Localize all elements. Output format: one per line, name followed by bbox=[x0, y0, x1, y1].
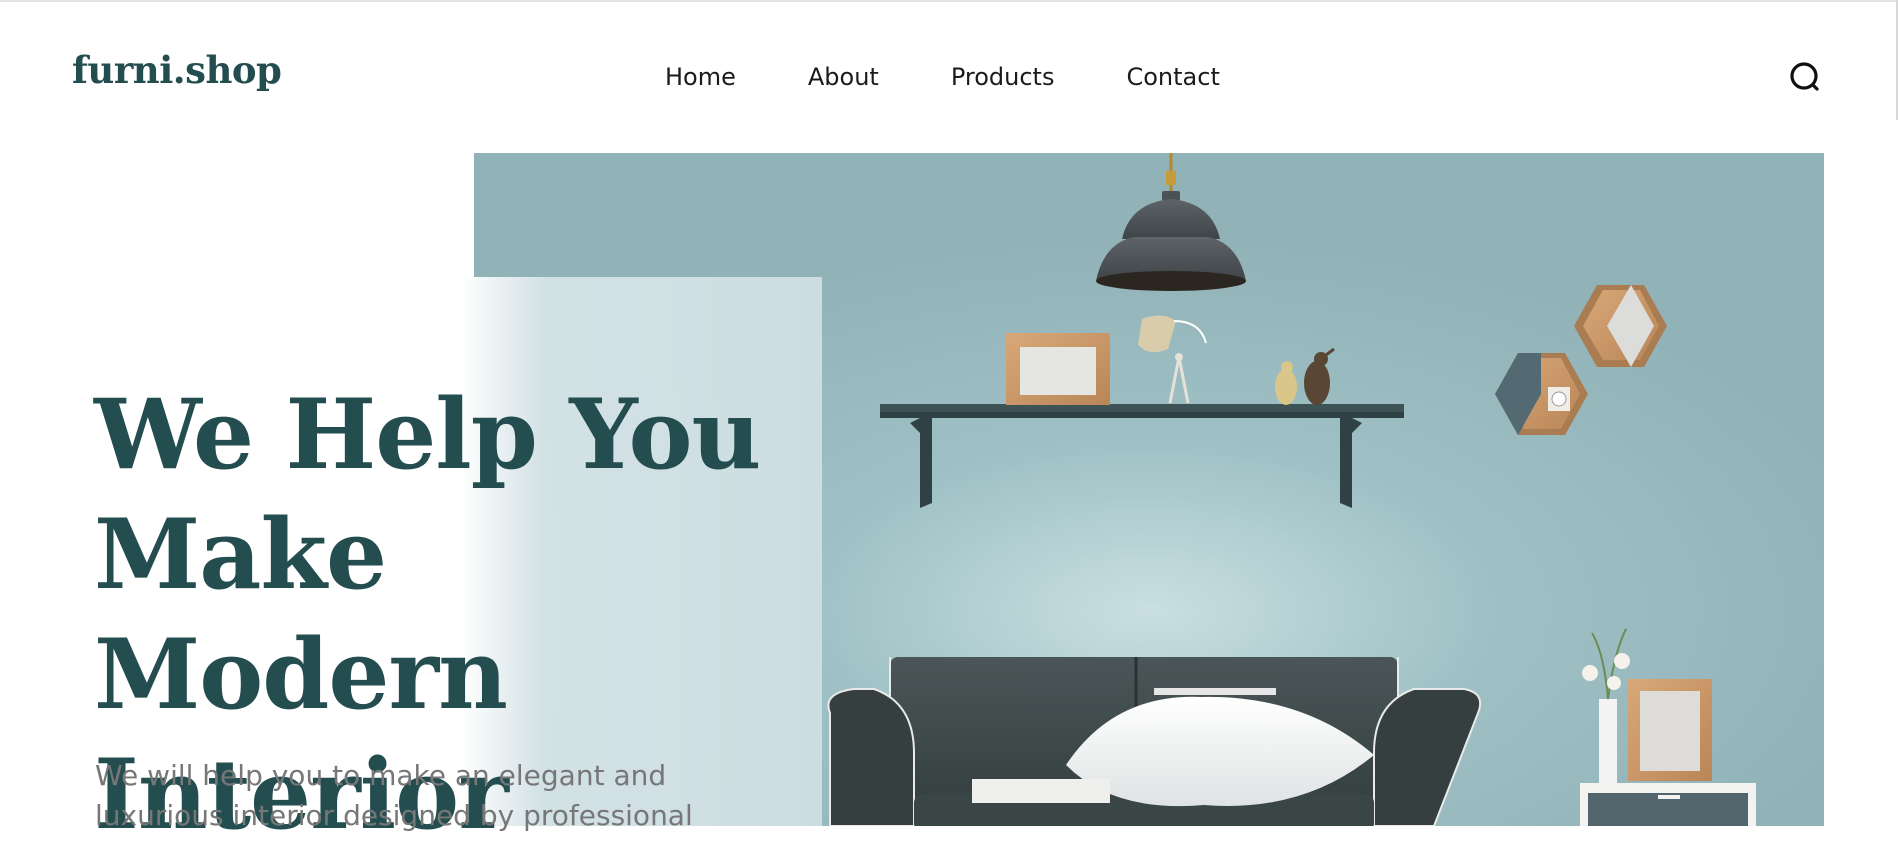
nav-home[interactable]: Home bbox=[665, 60, 736, 94]
search-button[interactable] bbox=[1785, 58, 1825, 98]
hero-title-line: Make Modern bbox=[94, 498, 508, 731]
search-icon bbox=[1790, 62, 1819, 91]
site-header: furni.shop Home About Products Contact bbox=[0, 0, 1898, 153]
site-logo[interactable]: furni.shop bbox=[72, 48, 282, 92]
nav-about[interactable]: About bbox=[808, 60, 879, 94]
nav-contact[interactable]: Contact bbox=[1126, 60, 1219, 94]
hero-section: We Help You Make Modern Interior We will… bbox=[0, 153, 1898, 851]
hero-subtitle-line: luxurious interior designed by professio… bbox=[95, 799, 693, 832]
hero-subtitle: We will help you to make an elegant and … bbox=[95, 756, 735, 836]
hero-title-line: We Help You bbox=[94, 378, 761, 491]
photo-frame bbox=[1006, 333, 1110, 405]
main-nav: Home About Products Contact bbox=[665, 60, 1292, 94]
nav-products[interactable]: Products bbox=[951, 60, 1055, 94]
hero-subtitle-line: We will help you to make an elegant and bbox=[95, 759, 667, 792]
